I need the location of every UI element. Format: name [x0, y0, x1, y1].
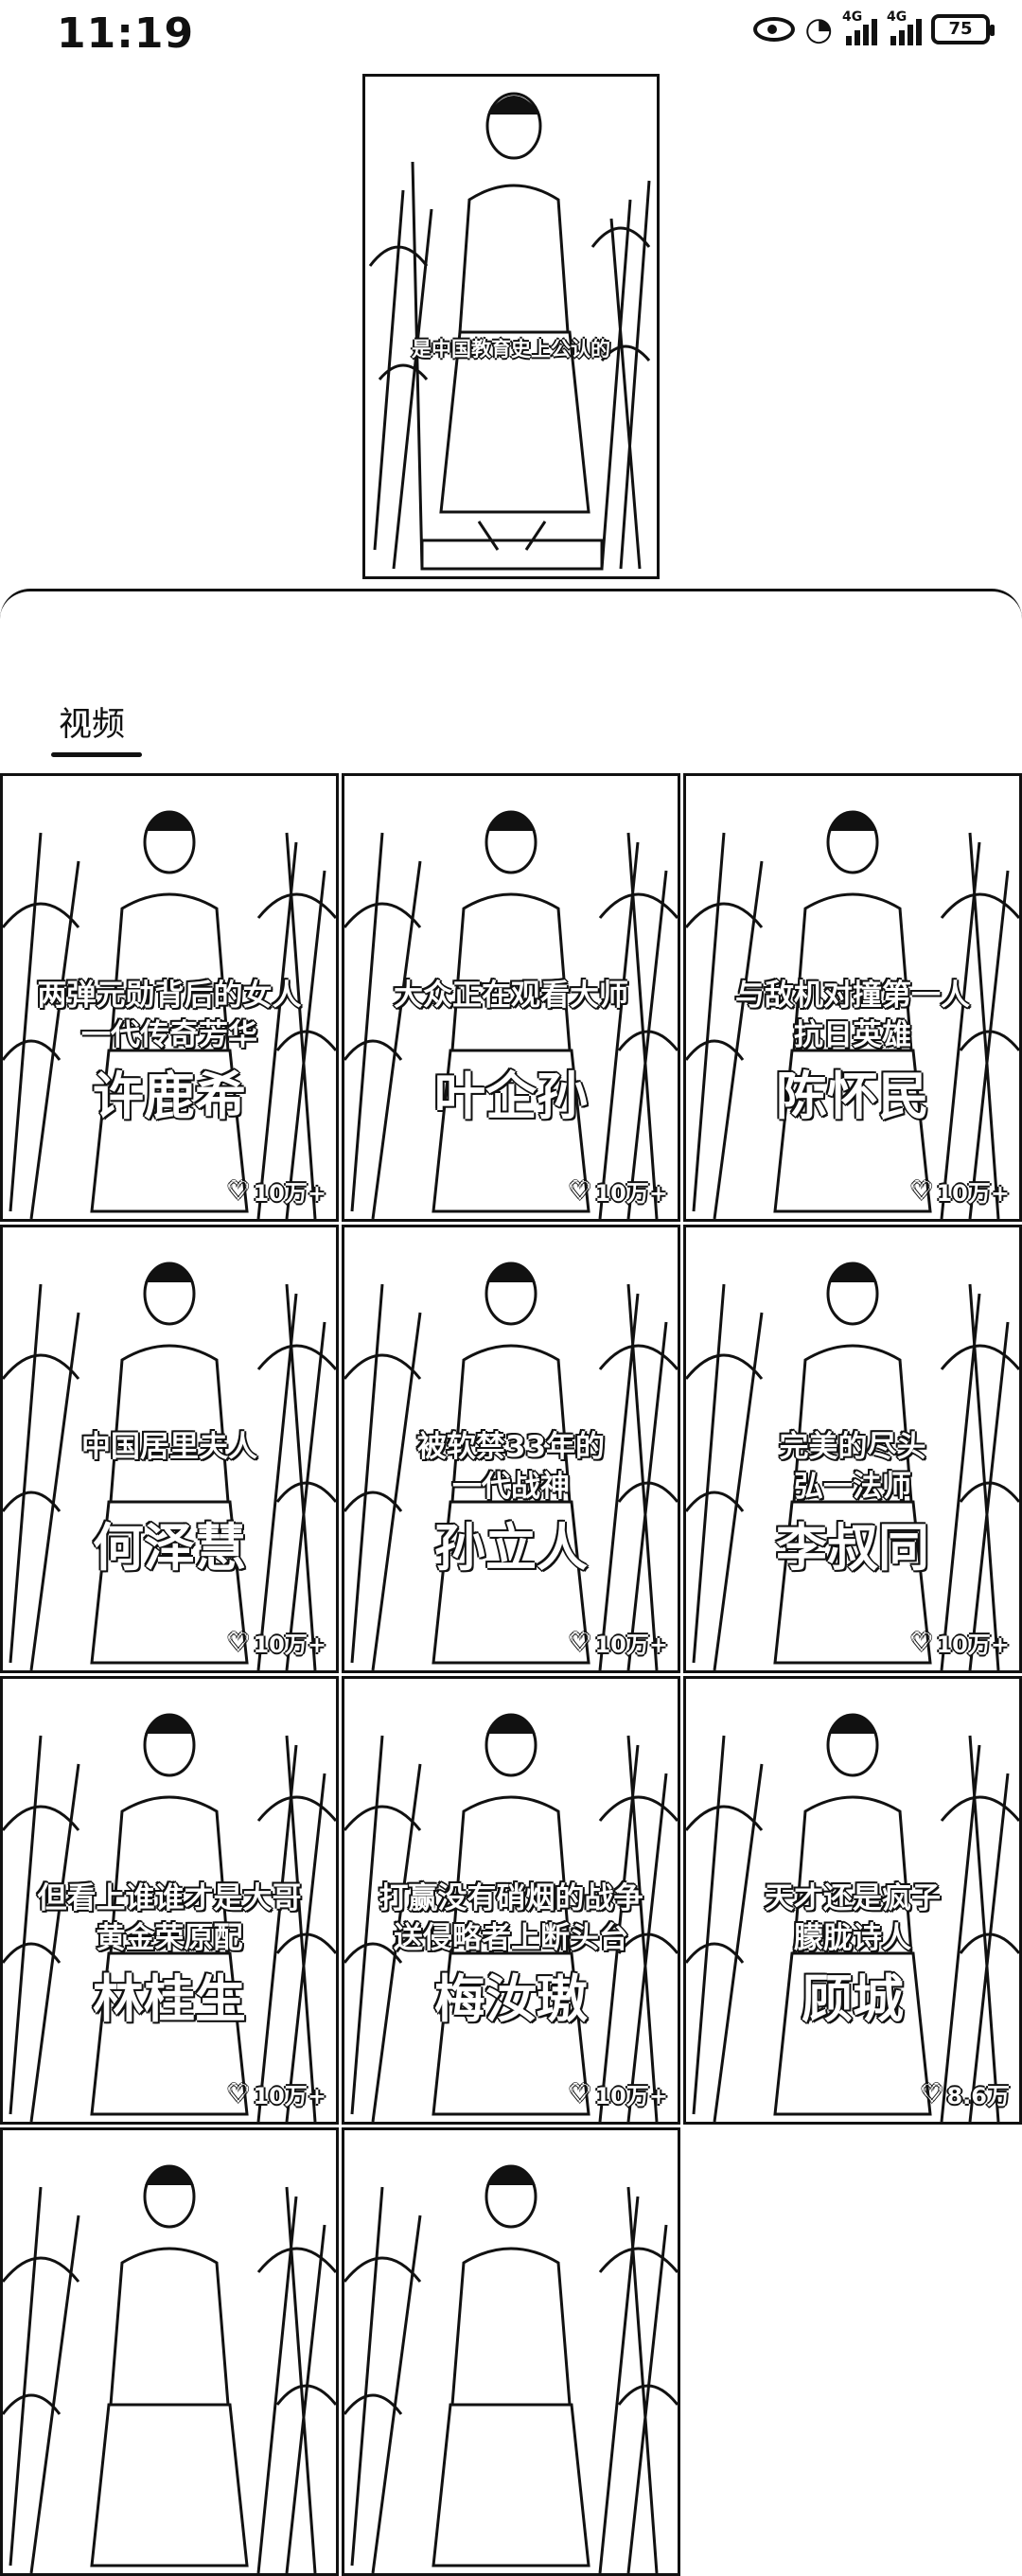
video-thumbnail[interactable]: 天才还是疯子 朦胧诗人顾城 ♡ 8.6万	[683, 1676, 1022, 2125]
video-caption-line-2: 黄金荣原配	[96, 1921, 243, 1955]
like-count: ♡ 10万+	[569, 2077, 668, 2110]
main-video-caption: 是中国教育史上公认的	[412, 338, 610, 361]
signal-icon-1: 4G	[842, 9, 877, 45]
video-thumbnail[interactable]	[342, 2127, 680, 2576]
like-count: ♡ 10万+	[569, 1174, 668, 1208]
video-caption-line-1: 与敌机对撞第一人	[735, 979, 970, 1013]
video-caption-line-1: 两弹元勋背后的女人	[37, 979, 302, 1013]
video-caption-line-2: 一代战神	[452, 1470, 570, 1504]
video-caption-line-3: 李叔同	[776, 1518, 929, 1578]
like-count-value: 10万+	[253, 1180, 326, 1207]
heart-icon: ♡	[227, 1176, 250, 1206]
video-thumbnail[interactable]: 与敌机对撞第一人 抗日英雄陈怀民 ♡ 10万+	[683, 773, 1022, 1222]
video-caption-line-2: 送侵略者上断头台	[394, 1921, 628, 1955]
heart-icon: ♡	[910, 1176, 933, 1206]
like-count-value: 10万+	[594, 2083, 668, 2109]
wifi-icon: ◔	[804, 10, 833, 48]
video-caption-line-2: 弘一法师	[794, 1470, 911, 1504]
like-count-value: 10万+	[936, 1180, 1010, 1207]
video-caption-line-3: 梅汝璈	[434, 1969, 588, 2029]
heart-icon: ♡	[569, 1628, 591, 1657]
network-type-label: 4G	[842, 9, 863, 25]
tab-active-indicator	[51, 752, 142, 757]
video-thumbnail[interactable]: 但看上谁谁才是大哥 黄金荣原配林桂生 ♡ 10万+	[0, 1676, 339, 2125]
heart-icon: ♡	[569, 1176, 591, 1206]
like-count-value: 10万+	[253, 1632, 326, 1658]
network-type-label: 4G	[887, 9, 907, 25]
eye-icon	[753, 17, 796, 42]
like-count: ♡ 10万+	[227, 1174, 326, 1208]
video-caption-line-3: 许鹿希	[93, 1067, 246, 1126]
video-caption-line-2: 一代传奇芳华	[81, 1018, 257, 1052]
like-count: ♡ 8.6万	[921, 2077, 1010, 2110]
main-video-player[interactable]: 是中国教育史上公认的	[362, 74, 660, 579]
status-time: 11:19	[57, 9, 195, 58]
status-bar: 11:19 ◔ 4G 4G 75	[0, 0, 1022, 71]
like-count-value: 10万+	[594, 1180, 668, 1207]
heart-icon: ♡	[569, 2079, 591, 2108]
video-caption-line-1: 天才还是疯子	[765, 1881, 941, 1915]
video-caption-line-1: 中国居里夫人	[81, 1430, 257, 1464]
main-video-illustration	[365, 77, 657, 576]
battery-icon: 75	[931, 14, 995, 44]
video-grid: 两弹元勋背后的女人 一代传奇芳华 许鹿希 ♡ 10万+ 大众正在观看大师 叶企孙 ♡ 10万+ 与…	[0, 773, 1022, 2576]
like-count: ♡ 10万+	[227, 2077, 326, 2110]
video-caption-line-3: 叶企孙	[434, 1067, 588, 1126]
like-count: ♡ 10万+	[569, 1626, 668, 1659]
video-caption-line-3: 何泽慧	[93, 1518, 246, 1578]
heart-icon: ♡	[910, 1628, 933, 1657]
heart-icon: ♡	[227, 1628, 250, 1657]
thumbnail-illustration	[344, 2130, 678, 2573]
tab-videos[interactable]: 视频	[59, 697, 125, 746]
like-count-value: 8.6万	[946, 2083, 1010, 2109]
video-thumbnail[interactable]: 中国居里夫人何泽慧 ♡ 10万+	[0, 1225, 339, 1673]
video-caption-line-3: 林桂生	[93, 1969, 246, 2029]
video-caption-line-2: 抗日英雄	[794, 1018, 911, 1052]
heart-icon: ♡	[227, 2079, 250, 2108]
like-count-value: 10万+	[594, 1632, 668, 1658]
video-caption-line-3: 孙立人	[434, 1518, 588, 1578]
video-thumbnail[interactable]: 被软禁33年的 一代战神孙立人 ♡ 10万+	[342, 1225, 680, 1673]
like-count: ♡ 10万+	[910, 1174, 1010, 1208]
video-caption-line-1: 打赢没有硝烟的战争	[379, 1881, 643, 1915]
video-caption-line-1: 完美的尽头	[779, 1430, 926, 1464]
video-caption-line-3: 陈怀民	[776, 1067, 929, 1126]
signal-icon-2: 4G	[887, 9, 922, 45]
video-thumbnail[interactable]	[0, 2127, 339, 2576]
video-thumbnail[interactable]: 完美的尽头弘一法师李叔同 ♡ 10万+	[683, 1225, 1022, 1673]
video-thumbnail[interactable]: 两弹元勋背后的女人 一代传奇芳华许鹿希 ♡ 10万+	[0, 773, 339, 1222]
like-count: ♡ 10万+	[227, 1626, 326, 1659]
video-caption-line-1: 但看上谁谁才是大哥	[37, 1881, 302, 1915]
video-caption-line-1: 大众正在观看大师	[394, 979, 628, 1013]
heart-icon: ♡	[921, 2079, 943, 2108]
thumbnail-illustration	[3, 2130, 336, 2573]
top-video-area[interactable]: 是中国教育史上公认的	[0, 68, 1022, 587]
status-icons: ◔ 4G 4G 75	[753, 9, 995, 48]
video-thumbnail[interactable]: 大众正在观看大师叶企孙 ♡ 10万+	[342, 773, 680, 1222]
like-count: ♡ 10万+	[910, 1626, 1010, 1659]
video-list-sheet: 视频 两弹元勋背后的女人 一代传奇芳华 许鹿希 ♡ 10万+ 大众正在观看大师 叶企孙 ♡ 10…	[0, 589, 1022, 2576]
like-count-value: 10万+	[936, 1632, 1010, 1658]
video-caption-line-2: 朦胧诗人	[794, 1921, 911, 1955]
like-count-value: 10万+	[253, 2083, 326, 2109]
video-caption-line-1: 被软禁33年的	[416, 1430, 606, 1464]
video-thumbnail[interactable]: 打赢没有硝烟的战争 送侵略者上断头台梅汝璈 ♡ 10万+	[342, 1676, 680, 2125]
video-caption-line-3: 顾城	[802, 1969, 904, 2029]
